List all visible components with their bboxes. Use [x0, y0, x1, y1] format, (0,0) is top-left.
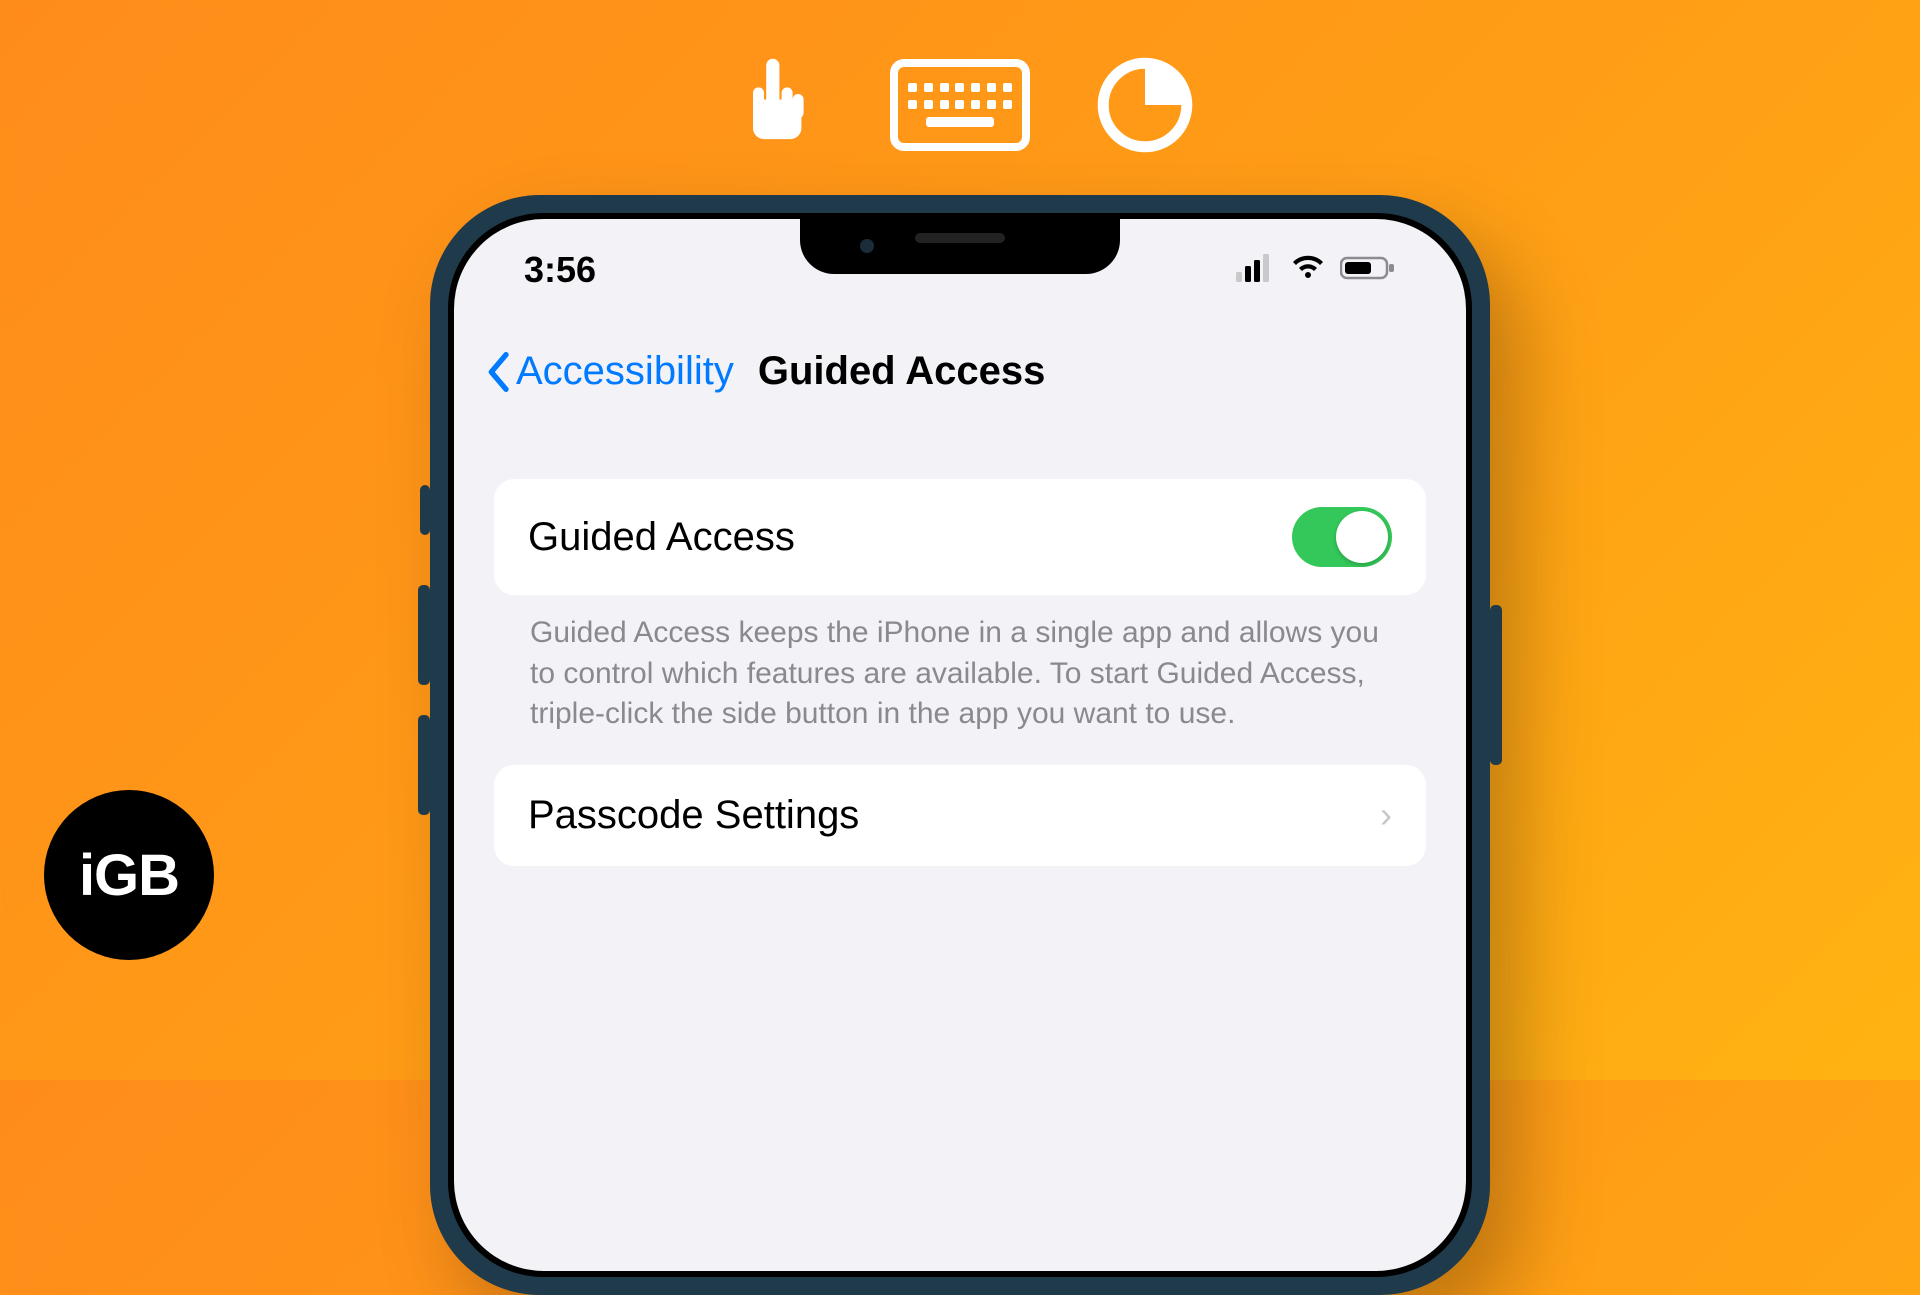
screen: 3:56 [454, 219, 1466, 1271]
wifi-icon [1290, 249, 1326, 291]
touch-icon [720, 50, 830, 160]
back-button[interactable]: Accessibility [484, 349, 734, 394]
earpiece-speaker [915, 233, 1005, 243]
guided-access-toggle-group: Guided Access [494, 479, 1426, 595]
volume-up-button [418, 585, 430, 685]
passcode-settings-group: Passcode Settings › [494, 765, 1426, 866]
guided-access-description: Guided Access keeps the iPhone in a sing… [494, 595, 1426, 765]
iphone-frame: 3:56 [430, 195, 1490, 1295]
header-icon-row [720, 50, 1200, 160]
front-camera [860, 239, 874, 253]
page-title: Guided Access [758, 349, 1046, 394]
guided-access-toggle-label: Guided Access [528, 515, 795, 560]
notch [800, 219, 1120, 274]
navigation-bar: Accessibility Guided Access [454, 329, 1466, 424]
keyboard-icon [890, 59, 1030, 151]
guided-access-toggle[interactable] [1292, 507, 1392, 567]
guided-access-toggle-row[interactable]: Guided Access [494, 479, 1426, 595]
volume-down-button [418, 715, 430, 815]
passcode-settings-label: Passcode Settings [528, 793, 859, 838]
igb-logo: iGB [44, 790, 214, 960]
chevron-left-icon [484, 352, 512, 392]
battery-icon [1340, 249, 1396, 291]
chevron-right-icon: › [1380, 794, 1392, 836]
passcode-settings-row[interactable]: Passcode Settings › [494, 765, 1426, 866]
back-label: Accessibility [516, 349, 734, 394]
status-time: 3:56 [524, 249, 596, 291]
side-button [1490, 605, 1502, 765]
mute-switch [420, 485, 430, 535]
timer-icon [1090, 50, 1200, 160]
cellular-icon [1236, 249, 1276, 291]
